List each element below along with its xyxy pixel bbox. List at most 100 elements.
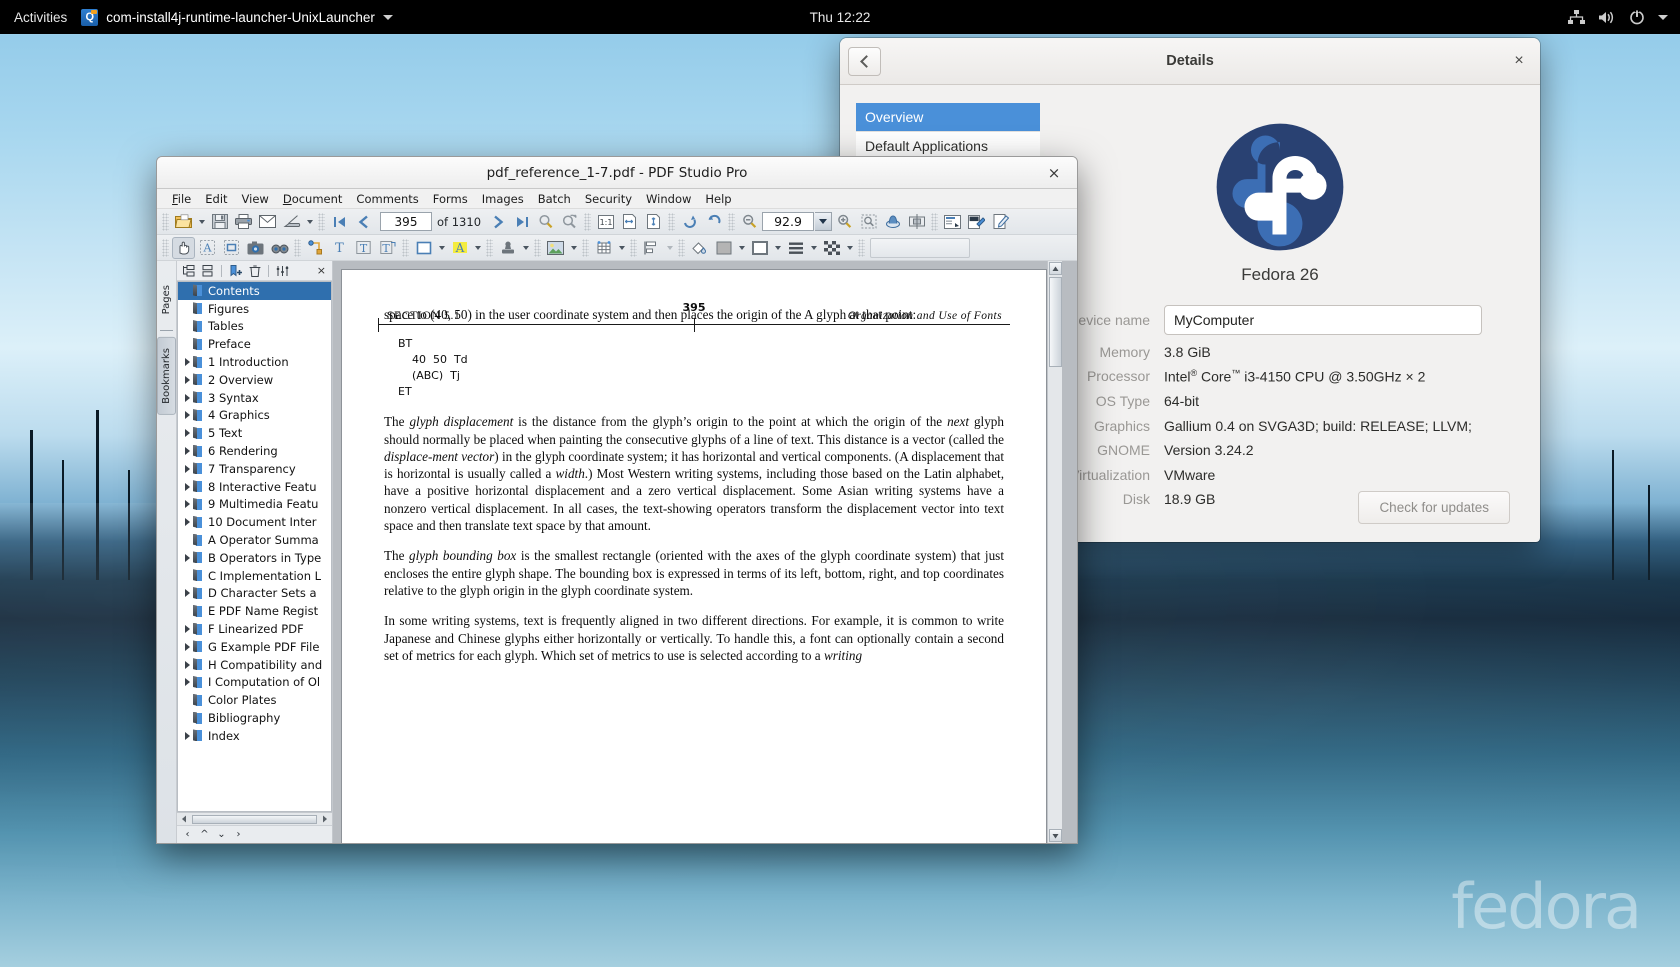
snapshot-icon[interactable] <box>244 237 267 259</box>
check-for-updates-button[interactable]: Check for updates <box>1358 491 1510 524</box>
line-weight-dropdown-arrow[interactable] <box>808 237 819 259</box>
toolbar-grip[interactable] <box>486 238 493 257</box>
redo-search-icon[interactable] <box>558 211 581 233</box>
scan-icon[interactable] <box>280 211 303 233</box>
toolbar-grip[interactable] <box>318 212 325 231</box>
zoom-out-icon[interactable] <box>738 211 761 233</box>
text-callout-icon[interactable]: T <box>352 237 375 259</box>
bookmark-down-icon[interactable]: ⌄ <box>215 829 228 840</box>
bookmark-row[interactable]: 6 Rendering <box>178 442 331 460</box>
expand-triangle-icon[interactable] <box>182 358 193 366</box>
image-dropdown-arrow[interactable] <box>568 237 579 259</box>
highlight-icon[interactable]: A <box>448 237 471 259</box>
scroll-down-icon[interactable] <box>1048 829 1062 842</box>
toolbar-grip[interactable] <box>630 238 637 257</box>
close-icon[interactable]: × <box>1045 164 1063 182</box>
next-page-icon[interactable] <box>486 211 509 233</box>
bookmark-row[interactable]: D Character Sets a <box>178 585 331 603</box>
reading-glasses-icon[interactable] <box>268 237 291 259</box>
close-icon[interactable]: × <box>1508 50 1530 72</box>
expand-triangle-icon[interactable] <box>182 429 193 437</box>
properties-icon[interactable] <box>941 211 964 233</box>
border-color-icon[interactable] <box>748 237 771 259</box>
zoom-dropdown-arrow[interactable] <box>815 212 833 231</box>
scrollbar-thumb[interactable] <box>1048 277 1062 367</box>
text-box-icon[interactable]: T <box>328 237 351 259</box>
bookmark-row[interactable]: Color Plates <box>178 691 331 709</box>
split-view-icon[interactable] <box>905 211 928 233</box>
bookmark-row[interactable]: Contents <box>178 282 331 300</box>
toolbar-grip[interactable] <box>931 212 939 231</box>
expand-triangle-icon[interactable] <box>182 500 193 508</box>
bookmark-row[interactable]: F Linearized PDF <box>178 620 331 638</box>
scrollbar-thumb[interactable] <box>192 814 317 824</box>
color-dropdown-arrow[interactable] <box>736 237 747 259</box>
toolbar-grip[interactable] <box>402 238 409 257</box>
bookmark-row[interactable]: Index <box>178 727 331 745</box>
toolbar-overflow-area[interactable] <box>870 237 970 258</box>
network-icon[interactable] <box>1568 9 1585 25</box>
hand-tool-icon[interactable] <box>172 236 195 259</box>
menu-comments[interactable]: Comments <box>349 189 425 209</box>
expand-triangle-icon[interactable] <box>182 411 193 419</box>
toolbar-grip[interactable] <box>534 238 541 257</box>
highlight-dropdown-arrow[interactable] <box>472 237 483 259</box>
bookmark-row[interactable]: C Implementation L <box>178 567 331 585</box>
expand-triangle-icon[interactable] <box>182 394 193 402</box>
previous-page-icon[interactable] <box>352 211 375 233</box>
expand-triangle-icon[interactable] <box>182 678 193 686</box>
toolbar-grip[interactable] <box>294 238 301 257</box>
page-number-input[interactable]: 395 <box>380 212 432 231</box>
bookmark-row[interactable]: 7 Transparency <box>178 460 331 478</box>
close-panel-icon[interactable]: × <box>317 264 328 277</box>
rotate-counterclockwise-icon[interactable] <box>702 211 725 233</box>
bookmark-row[interactable]: E PDF Name Regist <box>178 602 331 620</box>
table-dropdown-arrow[interactable] <box>616 237 627 259</box>
expand-triangle-icon[interactable] <box>182 483 193 491</box>
scan-dropdown-arrow[interactable] <box>304 211 315 233</box>
text-select-icon[interactable]: A <box>196 237 219 259</box>
activities-button[interactable]: Activities <box>0 10 81 25</box>
bookmark-row[interactable]: Figures <box>178 300 331 318</box>
rectangle-dropdown-arrow[interactable] <box>436 237 447 259</box>
typewriter-icon[interactable]: T <box>376 237 399 259</box>
volume-icon[interactable] <box>1598 10 1616 25</box>
bookmark-row[interactable]: 1 Introduction <box>178 353 331 371</box>
bookmark-row[interactable]: G Example PDF File <box>178 638 331 656</box>
bookmark-row[interactable]: 4 Graphics <box>178 407 331 425</box>
color-swatch-icon[interactable] <box>712 237 735 259</box>
toolbar-grip[interactable] <box>162 212 169 231</box>
fit-page-icon[interactable] <box>642 211 665 233</box>
bookmark-properties-icon[interactable] <box>275 263 290 278</box>
menu-file[interactable]: File <box>165 189 198 209</box>
bookmark-row[interactable]: 3 Syntax <box>178 389 331 407</box>
power-icon[interactable] <box>1629 9 1645 25</box>
loupe-icon[interactable] <box>881 211 904 233</box>
fill-color-icon[interactable] <box>688 237 711 259</box>
bookmark-row[interactable]: 8 Interactive Featu <box>178 478 331 496</box>
tab-pages[interactable]: Pages <box>158 275 175 324</box>
scroll-up-icon[interactable] <box>1048 262 1062 275</box>
toolbar-grip[interactable] <box>162 238 169 257</box>
collapse-all-icon[interactable] <box>200 263 215 278</box>
device-name-input[interactable]: MyComputer <box>1164 305 1482 335</box>
menu-window[interactable]: Window <box>639 189 698 209</box>
bookmark-row[interactable]: 5 Text <box>178 424 331 442</box>
open-folder-icon[interactable] <box>172 211 195 233</box>
bookmark-row[interactable]: H Compatibility and <box>178 656 331 674</box>
toolbar-grip[interactable] <box>582 238 589 257</box>
expand-triangle-icon[interactable] <box>182 661 193 669</box>
bookmark-row[interactable]: 9 Multimedia Featu <box>178 496 331 514</box>
scroll-right-icon[interactable] <box>319 814 330 825</box>
add-bookmark-icon[interactable] <box>228 263 243 278</box>
align-dropdown-arrow[interactable] <box>664 237 675 259</box>
expand-triangle-icon[interactable] <box>182 447 193 455</box>
expand-triangle-icon[interactable] <box>182 518 193 526</box>
zoom-level-input[interactable]: 92.9 <box>762 212 815 231</box>
expand-triangle-icon[interactable] <box>182 554 193 562</box>
search-icon[interactable] <box>534 211 557 233</box>
bookmark-row[interactable]: A Operator Summa <box>178 531 331 549</box>
chevron-down-icon[interactable] <box>1658 14 1668 20</box>
expand-triangle-icon[interactable] <box>182 376 193 384</box>
bookmarks-horizontal-scrollbar[interactable] <box>177 812 332 825</box>
